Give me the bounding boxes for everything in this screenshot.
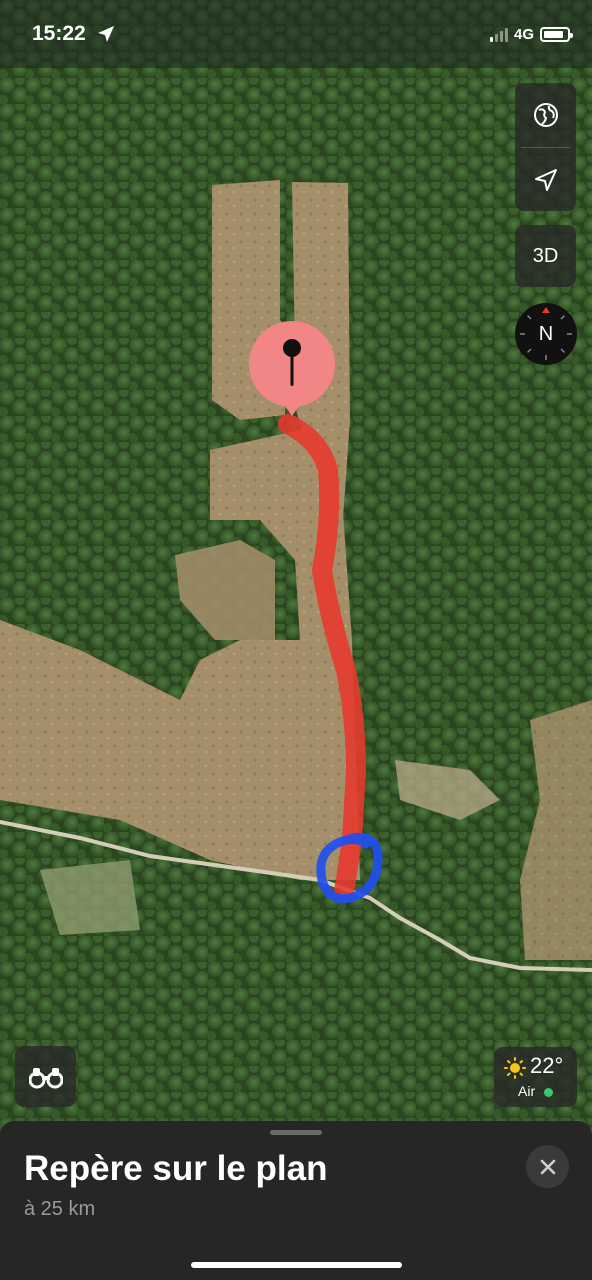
- status-bar: 15:22 4G: [0, 0, 592, 68]
- map-mode-button[interactable]: [515, 83, 576, 147]
- navigation-arrow-icon: [534, 169, 557, 191]
- three-d-label: 3D: [532, 244, 559, 267]
- home-indicator[interactable]: [191, 1262, 402, 1268]
- three-d-button[interactable]: 3D: [515, 225, 576, 287]
- air-quality-indicator: [544, 1088, 553, 1097]
- sheet-grabber[interactable]: [270, 1130, 322, 1135]
- place-title: Repère sur le plan: [24, 1149, 328, 1188]
- location-arrow-icon: [98, 26, 114, 42]
- compass-label: N: [538, 322, 554, 345]
- status-time: 15:22: [32, 22, 86, 45]
- status-indicators: 4G: [489, 26, 573, 43]
- binoculars-icon: [28, 1067, 63, 1088]
- weather-widget[interactable]: 22° Air: [494, 1047, 577, 1107]
- close-button[interactable]: [526, 1145, 569, 1188]
- look-around-button[interactable]: [15, 1046, 76, 1107]
- network-type: 4G: [513, 26, 534, 43]
- place-card-sheet[interactable]: Repère sur le plan à 25 km: [0, 1121, 592, 1280]
- battery-icon: [540, 27, 573, 42]
- close-icon: [540, 1159, 555, 1174]
- air-quality-label: Air: [518, 1083, 536, 1099]
- weather-temperature: 22°: [530, 1053, 564, 1078]
- map-pin-icon[interactable]: [248, 320, 336, 420]
- map-controls-group: [515, 83, 576, 211]
- sun-icon: [504, 1057, 526, 1079]
- locate-me-button[interactable]: [515, 148, 576, 212]
- signal-strength-icon: [489, 27, 508, 42]
- place-distance: à 25 km: [24, 1198, 96, 1220]
- globe-icon: [533, 103, 558, 127]
- compass-button[interactable]: N: [515, 303, 577, 365]
